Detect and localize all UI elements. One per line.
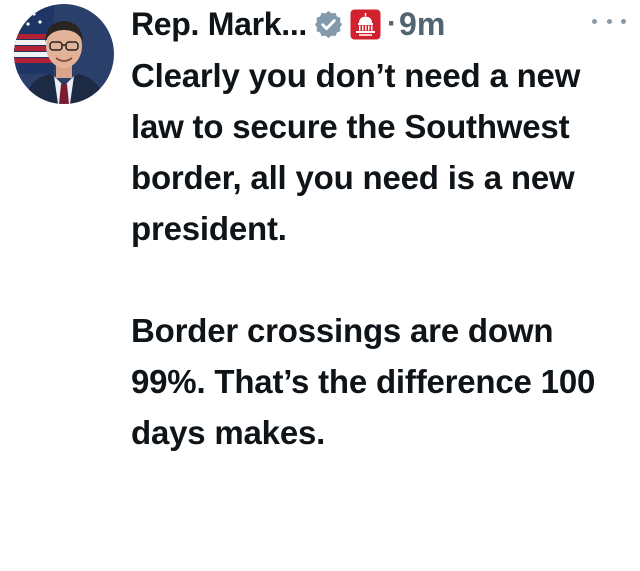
header-separator: ·: [387, 7, 398, 40]
more-options-icon[interactable]: [592, 14, 626, 28]
tweet-header: Rep. Mark... · 9m: [131, 0, 445, 48]
author-display-name[interactable]: Rep. Mark...: [131, 6, 307, 43]
tweet-body: Clearly you don’t need a new law to secu…: [131, 50, 626, 458]
profile-photo: [14, 4, 114, 104]
avatar[interactable]: [14, 4, 114, 104]
more-dot: [621, 18, 626, 24]
verified-badge-icon[interactable]: [313, 9, 344, 40]
more-dot: [592, 18, 597, 24]
tweet-paragraph: Border crossings are down 99%. That’s th…: [131, 312, 596, 451]
capitol-gop-affiliate-icon[interactable]: [350, 9, 381, 40]
tweet-timestamp[interactable]: 9m: [399, 6, 445, 43]
tweet-paragraph: Clearly you don’t need a new law to secu…: [131, 57, 581, 247]
more-dot: [606, 18, 612, 24]
